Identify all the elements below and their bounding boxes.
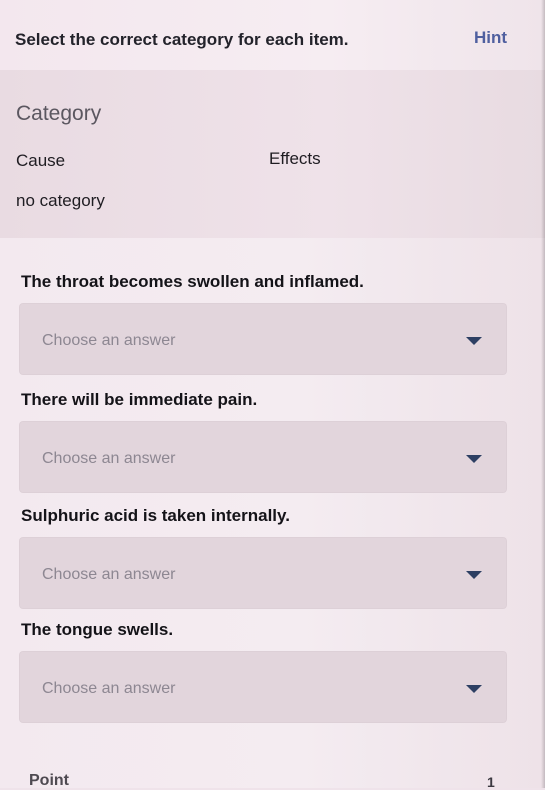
- question-text-4: The tongue swells.: [21, 620, 174, 639]
- chevron-down-icon: [466, 455, 482, 463]
- answer-select-3[interactable]: Choose an answer: [19, 537, 507, 609]
- screen-edge: [541, 0, 545, 788]
- question-text-3: Sulphuric acid is taken internally.: [21, 506, 290, 525]
- category-no-category: no category: [16, 191, 105, 210]
- question-text-1: The throat becomes swollen and inflamed.: [21, 272, 364, 291]
- instruction-title: Select the correct category for each ite…: [15, 30, 349, 49]
- category-panel: Category Cause Effects no category: [0, 70, 545, 238]
- answer-placeholder-3: Choose an answer: [42, 566, 176, 583]
- category-cause: Cause: [16, 151, 66, 170]
- answer-placeholder-1: Choose an answer: [42, 332, 176, 349]
- category-heading: Category: [16, 102, 102, 125]
- question-header: Select the correct category for each ite…: [0, 0, 545, 70]
- chevron-down-icon: [466, 571, 482, 579]
- answer-select-4[interactable]: Choose an answer: [19, 651, 507, 723]
- chevron-down-icon: [466, 337, 482, 345]
- question-text-2: There will be immediate pain.: [21, 390, 258, 409]
- chevron-down-icon: [466, 685, 482, 693]
- answer-select-2[interactable]: Choose an answer: [19, 421, 507, 493]
- hint-link[interactable]: Hint: [474, 28, 507, 48]
- answer-select-1[interactable]: Choose an answer: [19, 303, 507, 375]
- point-label: Point: [29, 772, 69, 789]
- category-effects: Effects: [269, 149, 321, 168]
- answer-placeholder-2: Choose an answer: [42, 450, 176, 467]
- answer-placeholder-4: Choose an answer: [42, 680, 176, 697]
- quiz-screen: Select the correct category for each ite…: [0, 0, 545, 790]
